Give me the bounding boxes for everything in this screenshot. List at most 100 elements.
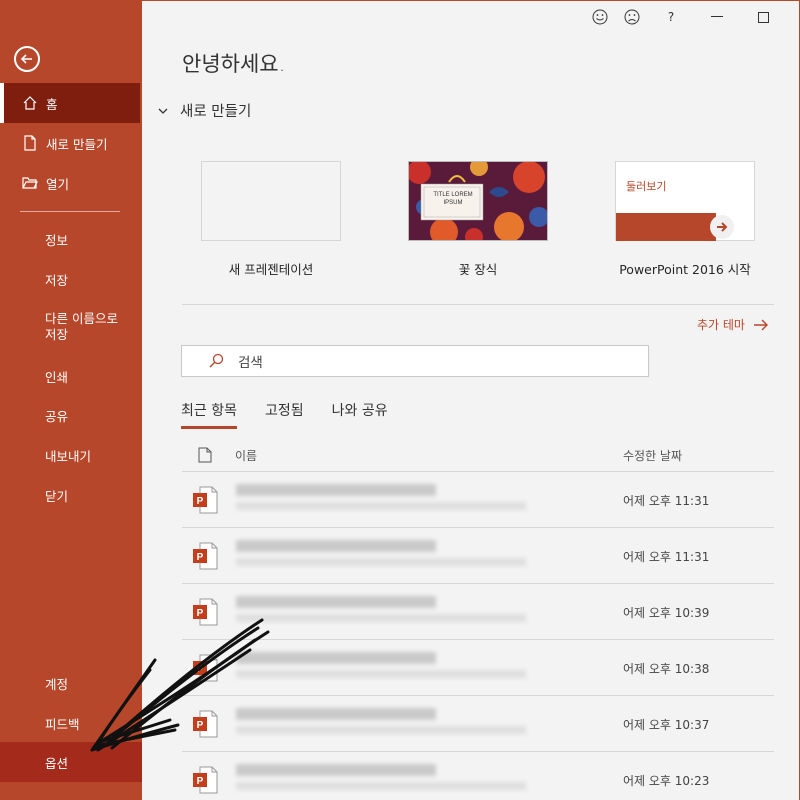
more-themes-label: 추가 테마: [697, 318, 745, 332]
sidebar-divider: [20, 211, 120, 212]
sidebar-item-close[interactable]: 닫기: [0, 475, 142, 515]
file-path-redacted: [236, 782, 526, 790]
sidebar-item-label: 홈: [46, 96, 58, 112]
template-label[interactable]: 새 프레젠테이션: [171, 259, 371, 278]
sidebar-item-label: 저장: [45, 327, 69, 342]
modified-date: 어제 오후 11:31: [623, 550, 710, 564]
table-row[interactable]: P 어제 오후 10:39: [182, 583, 774, 639]
home-icon: [20, 95, 40, 111]
new-document-icon: [20, 135, 40, 151]
sidebar-item-new[interactable]: 새로 만들기: [0, 123, 142, 163]
file-path-redacted: [236, 670, 526, 678]
pptx-file-icon: P: [192, 766, 218, 794]
minimize-icon[interactable]: [706, 8, 728, 26]
sidebar-item-label: 인쇄: [45, 369, 69, 385]
smile-feedback-icon[interactable]: [589, 8, 611, 26]
maximize-icon[interactable]: [752, 8, 774, 26]
search-icon: [208, 353, 224, 369]
sidebar-item-label: 내보내기: [45, 448, 92, 464]
help-icon[interactable]: ?: [660, 8, 682, 26]
modified-date: 어제 오후 11:31: [623, 494, 710, 508]
file-name-redacted: [236, 708, 436, 720]
table-row[interactable]: P 어제 오후 10:38: [182, 639, 774, 695]
file-name-redacted: [236, 596, 436, 608]
sidebar-item-label: 저장: [45, 272, 69, 288]
table-row[interactable]: P 어제 오후 11:31: [182, 527, 774, 583]
sidebar-item-label: 다른 이름으로: [45, 311, 118, 326]
modified-date: 어제 오후 10:39: [623, 606, 710, 620]
new-section-toggle[interactable]: 새로 만들기: [158, 100, 251, 121]
chevron-down-icon: [158, 108, 168, 114]
sidebar-item-save-as[interactable]: 다른 이름으로 저장: [45, 311, 118, 343]
sidebar-item-label: 공유: [45, 408, 69, 424]
modified-date: 어제 오후 10:37: [623, 718, 710, 732]
arrow-right-icon: [753, 319, 768, 330]
sidebar-item-label: 옵션: [45, 755, 69, 771]
tab-pinned[interactable]: 고정됨: [265, 400, 304, 429]
template-tour-thumb[interactable]: 둘러보기: [615, 161, 755, 241]
file-name-redacted: [236, 652, 436, 664]
sidebar-item-label: 닫기: [45, 488, 69, 504]
section-divider: [182, 304, 774, 305]
sidebar-item-label: 피드백: [45, 716, 80, 732]
sidebar-item-print[interactable]: 인쇄: [0, 356, 142, 396]
page-title: 안녕하세요.: [182, 52, 286, 76]
sidebar-item-home[interactable]: 홈: [0, 83, 140, 123]
search-placeholder: 검색: [238, 355, 263, 371]
file-path-redacted: [236, 558, 526, 566]
sidebar-item-options[interactable]: 옵션: [0, 742, 142, 782]
back-arrow-icon[interactable]: [14, 46, 40, 72]
sidebar-item-export[interactable]: 내보내기: [0, 435, 142, 475]
file-path-redacted: [236, 726, 526, 734]
sidebar-item-label: 새로 만들기: [46, 136, 108, 152]
template-floral-thumb[interactable]: TITLE LOREM IPSUM: [408, 161, 548, 241]
file-path-redacted: [236, 614, 526, 622]
svg-text:P: P: [197, 496, 204, 507]
recent-tabs: 최근 항목 고정됨 나와 공유: [181, 400, 388, 429]
table-row[interactable]: P 어제 오후 10:23: [182, 751, 774, 800]
file-name-redacted: [236, 484, 436, 496]
pptx-file-icon: P: [192, 598, 218, 626]
template-label[interactable]: PowerPoint 2016 시작: [585, 259, 785, 278]
file-header-icon: [198, 447, 212, 467]
svg-text:P: P: [197, 664, 204, 675]
sidebar-item-save[interactable]: 저장: [0, 259, 142, 299]
pptx-file-icon: P: [192, 654, 218, 682]
file-name-redacted: [236, 540, 436, 552]
arrow-right-icon: [710, 215, 734, 239]
modified-date: 어제 오후 10:23: [623, 774, 710, 788]
tab-shared[interactable]: 나와 공유: [332, 400, 388, 429]
sidebar-item-info[interactable]: 정보: [0, 219, 142, 259]
section-title: 새로 만들기: [180, 104, 252, 120]
column-header-name[interactable]: 이름: [235, 447, 257, 464]
backstage-sidebar: 홈 새로 만들기 열기 정보 저장 다른 이름으로 저장 인쇄 공유 내보내기 …: [0, 0, 142, 800]
frown-feedback-icon[interactable]: [621, 8, 643, 26]
pptx-file-icon: P: [192, 542, 218, 570]
table-row[interactable]: P 어제 오후 10:37: [182, 695, 774, 751]
table-row[interactable]: P 어제 오후 11:31: [182, 471, 774, 527]
sidebar-item-share[interactable]: 공유: [0, 395, 142, 435]
column-header-date[interactable]: 수정한 날짜: [623, 447, 682, 464]
template-label[interactable]: 꽃 장식: [378, 259, 578, 278]
sidebar-item-label: 계정: [45, 676, 69, 692]
template-thumb-title: 둘러보기: [626, 180, 667, 193]
template-thumb-title: TITLE LOREM IPSUM: [433, 192, 473, 206]
pptx-file-icon: P: [192, 486, 218, 514]
sidebar-item-feedback[interactable]: 피드백: [0, 703, 142, 743]
more-themes-link[interactable]: 추가 테마: [697, 316, 769, 333]
sidebar-item-open[interactable]: 열기: [0, 163, 142, 203]
sidebar-item-account[interactable]: 계정: [0, 663, 142, 703]
file-path-redacted: [236, 502, 526, 510]
modified-date: 어제 오후 10:38: [623, 662, 710, 676]
svg-text:P: P: [197, 776, 204, 787]
folder-open-icon: [20, 176, 40, 190]
thumb-accent-bar: [616, 213, 716, 241]
svg-text:P: P: [197, 720, 204, 731]
pptx-file-icon: P: [192, 710, 218, 738]
sidebar-item-label: 열기: [46, 176, 70, 192]
template-blank-thumb[interactable]: [201, 161, 341, 241]
search-input[interactable]: 검색: [181, 345, 649, 377]
file-name-redacted: [236, 764, 436, 776]
sidebar-item-label: 정보: [45, 232, 69, 248]
tab-recent[interactable]: 최근 항목: [181, 400, 237, 429]
